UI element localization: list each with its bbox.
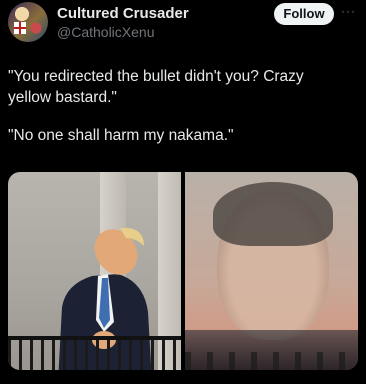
tweet-media[interactable] xyxy=(8,172,358,370)
tweet-paragraph: "No one shall harm my nakama." xyxy=(8,127,234,144)
tweet-paragraph: "You redirected the bullet didn't you? C… xyxy=(8,68,304,106)
portrait-hair xyxy=(213,182,333,246)
follow-button[interactable]: Follow xyxy=(274,3,334,25)
media-image-right[interactable] xyxy=(185,172,358,370)
silhouette-trees xyxy=(185,352,358,370)
balcony-railing xyxy=(8,336,181,370)
tweet-text: "You redirected the bullet didn't you? C… xyxy=(8,66,348,163)
user-handle[interactable]: @CatholicXenu xyxy=(57,24,155,40)
crusader-cross-icon xyxy=(14,22,26,34)
more-options-icon[interactable]: ··· xyxy=(341,4,356,18)
media-image-left[interactable] xyxy=(8,172,181,370)
avatar[interactable] xyxy=(8,2,48,42)
display-name[interactable]: Cultured Crusader xyxy=(57,5,189,22)
